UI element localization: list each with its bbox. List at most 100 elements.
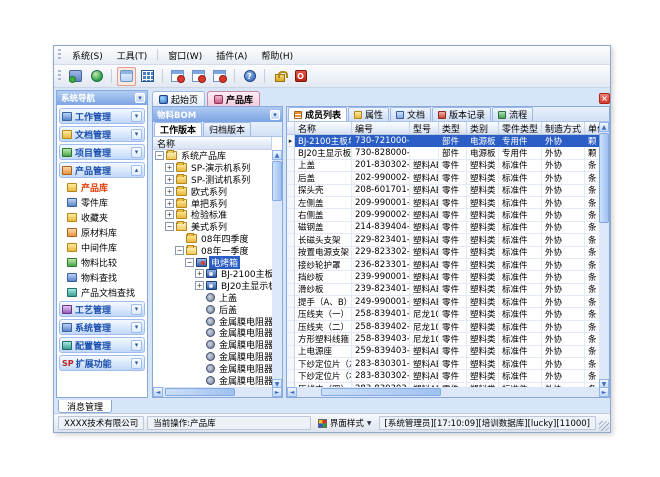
menu-item-4[interactable]: 插件(A) (209, 47, 254, 64)
chevron-down-icon[interactable]: ▾ (131, 129, 142, 140)
expander-minus-icon[interactable]: − (165, 222, 174, 231)
sidebar-item-物料查找[interactable]: 物料查找 (58, 270, 146, 285)
sidebar-options-icon[interactable]: ▾ (135, 93, 145, 103)
tree-node-金属膜电阻器[interactable]: 金属膜电阻器 (153, 327, 272, 339)
table-row[interactable]: 后盖202-990002-01X塑料ABS零件塑料类标准件外协条 (287, 172, 601, 184)
table-row[interactable]: 右侧盖209-990002-01X塑料ABS零件塑料类标准件外协条 (287, 209, 601, 221)
document-add-button[interactable] (189, 67, 208, 86)
tree-node-电烤箱[interactable]: −电烤箱 (153, 256, 272, 268)
chevron-down-icon[interactable]: ▾ (131, 147, 142, 158)
member-tab-属性[interactable]: 属性 (348, 107, 389, 121)
tree-node-单把系列[interactable]: +单把系列 (153, 197, 272, 209)
screen-sync-button[interactable] (66, 67, 85, 86)
column-header-类别[interactable]: 类别 (467, 122, 499, 134)
table-row[interactable]: 滑纱板239-823401-00X塑料ABS零件塑料类标准件外协条 (287, 284, 601, 296)
menu-item-3[interactable]: 窗口(W) (161, 47, 209, 64)
tree-column-header[interactable]: 名称 (153, 137, 272, 150)
doc-tab-起始页[interactable]: 起始页 (152, 91, 205, 106)
table-horizontal-scrollbar[interactable]: ◄ ► (287, 387, 609, 397)
sidebar-group-工艺管理[interactable]: 工艺管理▾ (59, 301, 145, 317)
sidebar-group-工作管理[interactable]: 工作管理▾ (59, 108, 145, 124)
scroll-left-icon[interactable]: ◄ (153, 387, 163, 397)
tree-node-SP-测试机系列[interactable]: +SP-测试机系列 (153, 174, 272, 186)
member-tab-文档[interactable]: 文档 (390, 107, 431, 121)
sidebar-item-产品库[interactable]: 产品库 (58, 180, 146, 195)
pin-icon[interactable]: ▾ (270, 110, 280, 120)
tree-hscroll-thumb[interactable] (165, 388, 235, 396)
doc-tab-产品库[interactable]: 产品库 (207, 91, 260, 106)
tree-node-金属膜电阻器[interactable]: 金属膜电阻器 (153, 374, 272, 386)
expander-plus-icon[interactable]: + (195, 281, 204, 290)
chevron-up-icon[interactable]: ▴ (131, 165, 142, 176)
table-row[interactable]: 压线夹（一）258-839401-00X尼龙1010零件塑料类标准件外协条 (287, 308, 601, 320)
table-row[interactable]: 长磁头支架229-823401-00X塑料ABS零件塑料类标准件外协条 (287, 234, 601, 246)
tree-node-检验标准[interactable]: +检验标准 (153, 209, 272, 221)
member-tab-流程[interactable]: 流程 (492, 107, 533, 121)
scroll-right-icon[interactable]: ► (599, 387, 609, 397)
sidebar-group-产品管理[interactable]: 产品管理▴ (59, 162, 145, 178)
resize-grip[interactable] (599, 421, 609, 431)
table-vertical-scrollbar[interactable]: ▲ ▼ (599, 122, 609, 389)
bom-tab-工作版本[interactable]: 工作版本 (154, 122, 202, 136)
table-row[interactable]: 提手（A、B）249-990001-01X塑料ABS零件塑料类标准件外协条 (287, 296, 601, 308)
sidebar-group-配置管理[interactable]: 配置管理▾ (59, 337, 145, 353)
column-header-编号[interactable]: 编号 (352, 122, 410, 134)
table-hscroll-thumb[interactable] (321, 388, 441, 396)
chevron-down-icon[interactable]: ▾ (131, 322, 142, 333)
tree-node-08年四季度[interactable]: 08年四季度 (153, 233, 272, 245)
message-management-tab[interactable]: 消息管理 (58, 400, 112, 413)
expander-plus-icon[interactable]: + (195, 269, 204, 278)
tree-node-系统产品库[interactable]: −系统产品库 (153, 150, 272, 162)
tree-node-08年一季度[interactable]: −08年一季度 (153, 244, 272, 256)
column-header-零件类型[interactable]: 零件类型 (499, 122, 542, 134)
table-row[interactable]: 左侧盖209-990001-01X塑料ABS零件塑料类标准件外协条 (287, 197, 601, 209)
help-button[interactable]: ? (240, 67, 259, 86)
tree-node-SP-演示机系列[interactable]: +SP-演示机系列 (153, 162, 272, 174)
column-header-名称[interactable]: 名称 (295, 122, 352, 134)
sidebar-group-系统管理[interactable]: 系统管理▾ (59, 319, 145, 335)
table-row[interactable]: 上电源座259-839403-00X塑料ABS零件塑料类标准件外协条 (287, 346, 601, 358)
tree-horizontal-scrollbar[interactable]: ◄ ► (153, 387, 282, 397)
table-row[interactable]: BJ20主显示板730-828000-04X部件电源板专用件外协颗 (287, 147, 601, 159)
column-header-制造方式[interactable]: 制造方式 (542, 122, 585, 134)
exit-button[interactable]: O (291, 67, 310, 86)
chevron-down-icon[interactable]: ▾ (131, 304, 142, 315)
tree-vscroll-thumb[interactable] (272, 161, 282, 201)
menu-item-5[interactable]: 帮助(H) (254, 47, 300, 64)
sidebar-item-产品文档查找[interactable]: 产品文档查找 (58, 285, 146, 300)
tree-node-美式系列[interactable]: −美式系列 (153, 221, 272, 233)
expander-plus-icon[interactable]: + (165, 187, 174, 196)
table-row[interactable]: 按置电源支架229-823302-00X塑料ABS零件塑料类标准件外协条 (287, 247, 601, 259)
member-tab-版本记录[interactable]: 版本记录 (432, 107, 491, 121)
expander-minus-icon[interactable]: − (175, 246, 184, 255)
table-vscroll-thumb[interactable] (599, 133, 609, 223)
document-badge-button[interactable] (210, 67, 229, 86)
expander-plus-icon[interactable]: + (165, 175, 174, 184)
scroll-up-icon[interactable]: ▲ (272, 150, 282, 160)
expander-minus-icon[interactable]: − (155, 151, 164, 160)
tree-node-金属膜电阻器[interactable]: 金属膜电阻器 (153, 362, 272, 374)
sidebar-item-零件库[interactable]: 零件库 (58, 195, 146, 210)
expander-plus-icon[interactable]: + (165, 163, 174, 172)
expander-plus-icon[interactable]: + (165, 210, 174, 219)
table-row[interactable]: 上盖201-830302-00X塑料ABS零件塑料类标准件外协条 (287, 160, 601, 172)
table-row[interactable]: ▸BJ-2100主板单点730-721000-12X部件电源板专用件外协颗 (287, 135, 601, 147)
tree-node-金属膜电阻器[interactable]: 金属膜电阻器 (153, 339, 272, 351)
column-header-型号[interactable]: 型号 (410, 122, 439, 134)
toolbar-drag-handle[interactable] (58, 70, 61, 82)
chevron-down-icon[interactable]: ▾ (131, 340, 142, 351)
table-row[interactable]: 压线夹（二）258-839402-00X尼龙1010零件塑料类标准件外协条 (287, 321, 601, 333)
scroll-up-icon[interactable]: ▲ (599, 122, 609, 132)
chevron-down-icon[interactable]: ▾ (131, 111, 142, 122)
table-row[interactable]: 挡纱板239-990001-01X塑料ABS零件塑料类标准件外协条 (287, 271, 601, 283)
sidebar-item-中间件库[interactable]: 中间件库 (58, 240, 146, 255)
expander-minus-icon[interactable]: − (185, 258, 194, 267)
table-row[interactable]: 下纱定位片（右）283-830302-00X塑料ABS零件塑料类标准件外协条 (287, 370, 601, 382)
tree-node-BJ-2100主板单点[interactable]: +BJ-2100主板单点 (153, 268, 272, 280)
menubar-drag-handle[interactable] (58, 49, 61, 61)
sidebar-group-扩展功能[interactable]: SP扩展功能▾ (59, 355, 145, 371)
document-close-button[interactable] (168, 67, 187, 86)
tree-vertical-scrollbar[interactable]: ▲ ▼ (272, 150, 282, 389)
menu-item-2[interactable]: 工具(T) (110, 47, 155, 64)
tree-node-欧式系列[interactable]: +欧式系列 (153, 185, 272, 197)
